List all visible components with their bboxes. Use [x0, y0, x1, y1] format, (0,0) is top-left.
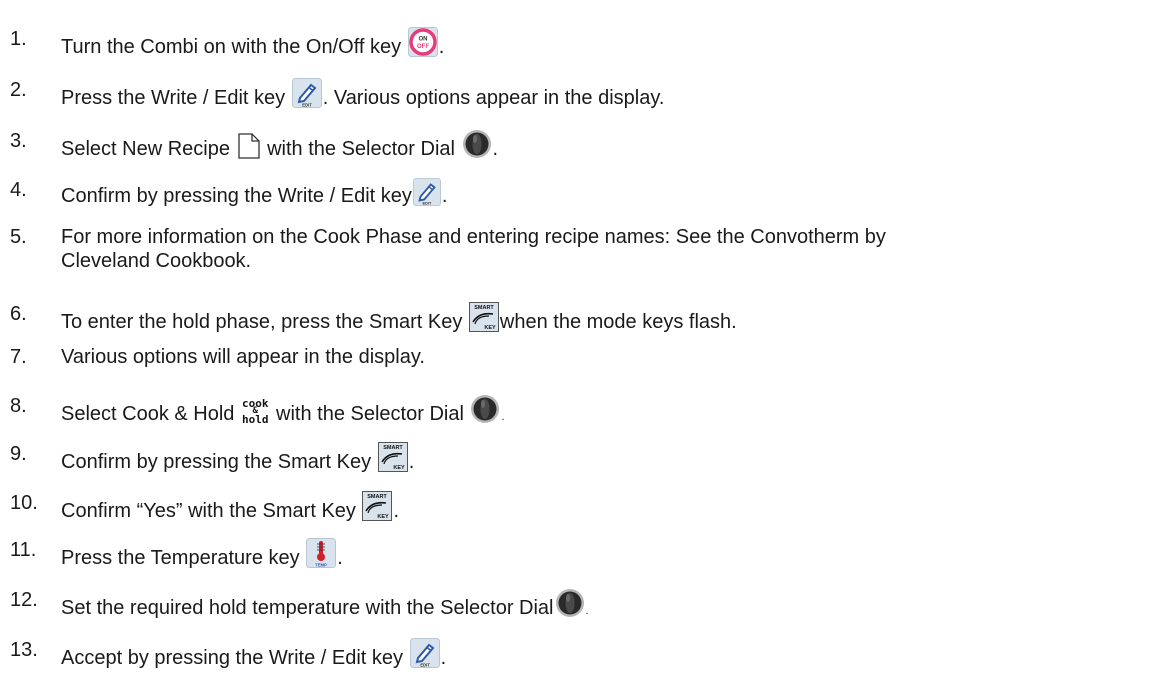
step-text-before: Select New Recipe — [61, 138, 230, 160]
step-number: 10. — [10, 492, 38, 514]
step-text-after: . Various options appear in the display. — [322, 87, 665, 109]
new-recipe-icon — [237, 133, 261, 159]
step-text: Accept by pressing the Write / Edit key … — [61, 638, 446, 670]
step-number: 6. — [10, 303, 27, 325]
cook-hold-icon: cook & hold — [241, 398, 269, 426]
step-text-after: . — [501, 411, 505, 423]
step-text: Select New Recipe with the Selector Dial… — [61, 129, 498, 161]
step-text-after: . — [492, 138, 499, 160]
step-text-after: . — [337, 547, 343, 569]
step-text: Turn the Combi on with the On/Off key ON… — [61, 27, 444, 59]
smart-key-icon: SMART KEY — [377, 442, 408, 472]
step-text: Press the Write / Edit key EDIT . Variou… — [61, 78, 664, 110]
step-number: 13. — [10, 639, 38, 661]
step-number: 7. — [10, 346, 27, 368]
key-label: KEY — [393, 465, 405, 471]
step-text-before: Turn the Combi on with the On/Off key — [61, 36, 402, 58]
step-text-middle: with the Selector Dial — [267, 138, 455, 160]
step-text: Confirm by pressing the Write / Edit key… — [61, 178, 447, 208]
step-number: 12. — [10, 589, 38, 611]
write-edit-key-icon: EDIT — [412, 178, 441, 206]
key-label: KEY — [484, 325, 496, 331]
edit-label: EDIT — [420, 662, 430, 667]
step-text-before: To enter the hold phase, press the Smart… — [61, 311, 463, 333]
step-text: Press the Temperature key TEMP . — [61, 538, 343, 570]
step-text-line-2: Cleveland Cookbook. — [61, 250, 252, 272]
write-edit-key-icon: EDIT — [409, 638, 440, 668]
smart-label: SMART — [368, 494, 388, 500]
step-text: Set the required hold temperature with t… — [61, 588, 589, 623]
selector-dial-icon — [555, 588, 585, 618]
smart-label: SMART — [474, 305, 494, 311]
temperature-key-icon: TEMP — [306, 538, 337, 568]
on-off-key-icon: ON OFF — [407, 27, 438, 57]
edit-label: EDIT — [422, 200, 432, 205]
step-text-before: Set the required hold temperature with t… — [61, 597, 554, 619]
step-text-before: Press the Temperature key — [61, 547, 300, 569]
step-text-before: Accept by pressing the Write / Edit key — [61, 647, 404, 669]
step-text-before: Select Cook & Hold — [61, 403, 235, 425]
step-text-after: . — [440, 647, 447, 669]
step-text-before: Confirm by pressing the Smart Key — [61, 451, 372, 473]
selector-dial-icon — [470, 394, 500, 424]
step-text-line-1: For more information on the Cook Phase a… — [61, 226, 886, 248]
temp-label: TEMP — [315, 562, 327, 567]
step-text-after: . — [441, 185, 448, 207]
step-number: 1. — [10, 28, 27, 50]
on-label: ON — [418, 37, 427, 43]
step-text-after: . — [408, 451, 415, 473]
step-text-before: Confirm “Yes” with the Smart Key — [61, 500, 356, 522]
step-number: 3. — [10, 130, 27, 152]
step-text: To enter the hold phase, press the Smart… — [61, 302, 737, 334]
step-text-after: . — [438, 36, 445, 58]
smart-key-icon: SMART KEY — [468, 302, 499, 332]
step-text-before: Confirm by pressing the Write / Edit key — [61, 185, 412, 207]
step-number: 4. — [10, 179, 27, 201]
step-text-middle: with the Selector Dial — [276, 403, 464, 425]
step-text: For more information on the Cook Phase a… — [61, 225, 886, 273]
smart-label: SMART — [383, 445, 403, 451]
selector-dial-icon — [462, 129, 492, 159]
step-text-after: . — [393, 500, 400, 522]
step-text: Confirm “Yes” with the Smart Key SMART K… — [61, 491, 399, 523]
key-label: KEY — [378, 514, 390, 520]
step-text: Confirm by pressing the Smart Key SMART … — [61, 442, 414, 474]
step-number: 11. — [10, 539, 37, 561]
step-text-before: Press the Write / Edit key — [61, 87, 286, 109]
step-number: 8. — [10, 395, 27, 417]
cook-hold-bottom: hold — [241, 413, 269, 426]
step-number: 9. — [10, 443, 27, 465]
off-label: OFF — [417, 44, 429, 50]
step-number: 2. — [10, 79, 27, 101]
step-text-after: . — [585, 605, 589, 617]
smart-key-icon: SMART KEY — [362, 491, 393, 521]
step-text-after: when the mode keys flash. — [499, 311, 737, 333]
step-number: 5. — [10, 226, 27, 248]
write-edit-key-icon: EDIT — [291, 78, 322, 108]
edit-label: EDIT — [302, 102, 312, 107]
step-text: Various options will appear in the displ… — [61, 346, 425, 368]
step-text: Select Cook & Hold cook & hold with the … — [61, 394, 505, 429]
